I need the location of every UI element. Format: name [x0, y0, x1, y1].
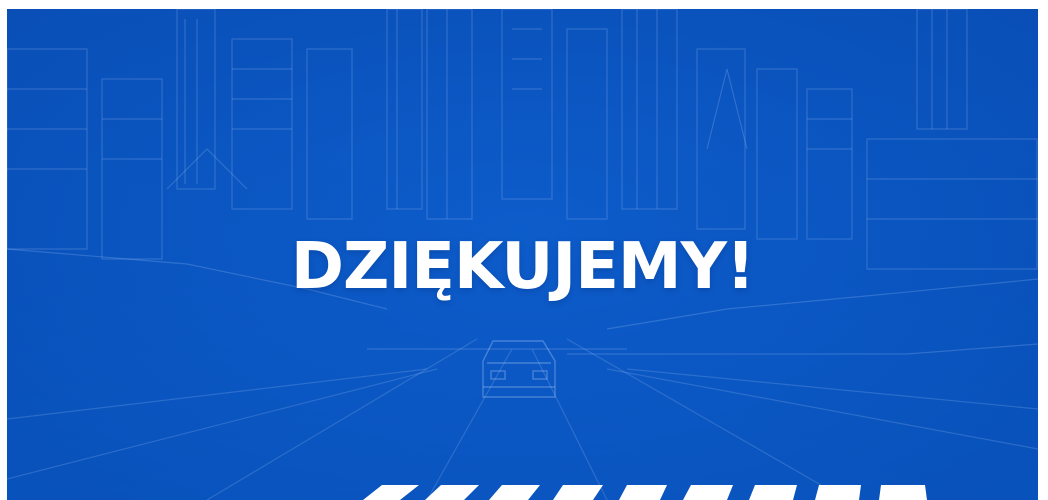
crosswalk-stripes	[363, 485, 927, 500]
thank-you-slide: DZIĘKUJEMY!	[7, 9, 1038, 500]
thank-you-heading: DZIĘKUJEMY!	[290, 230, 755, 304]
